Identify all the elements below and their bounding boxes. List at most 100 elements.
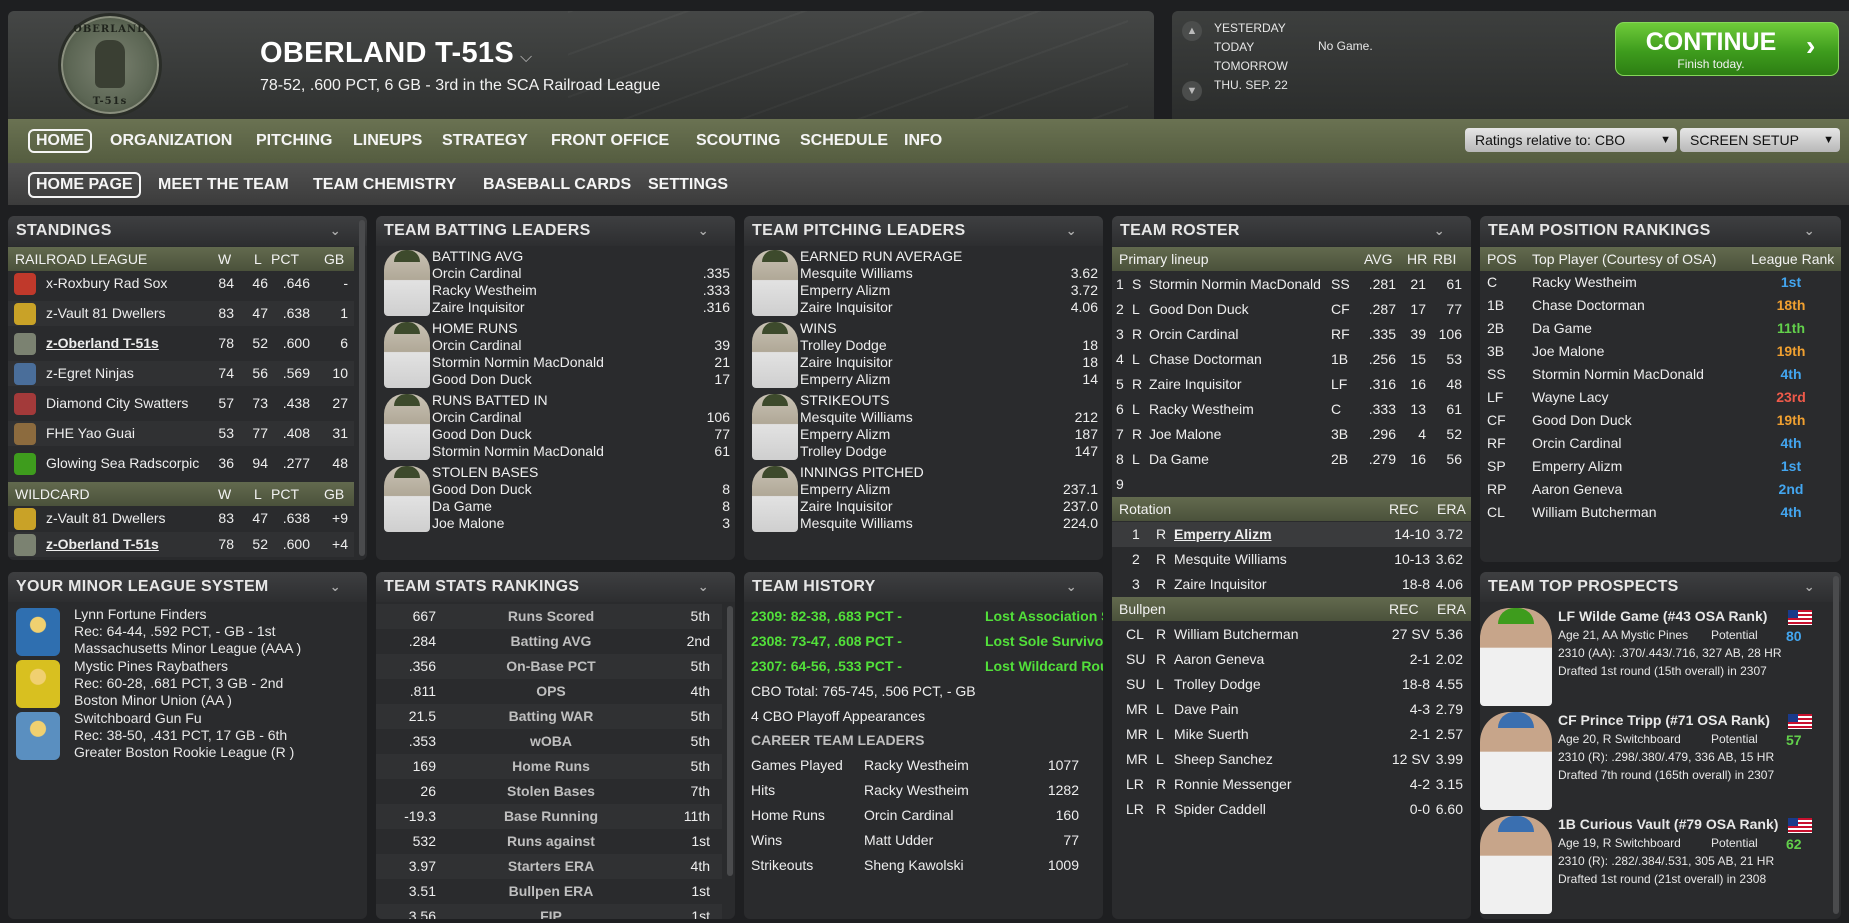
subnav-home-page[interactable]: HOME PAGE bbox=[28, 172, 141, 198]
position-row[interactable]: SP Emperry Alizm 1st bbox=[1480, 455, 1841, 478]
date-up-chevron-icon[interactable]: ▲ bbox=[1182, 21, 1202, 41]
player-name[interactable]: Stormin Normin MacDonald bbox=[1149, 272, 1349, 297]
player-name[interactable]: Stormin Normin MacDonald bbox=[1532, 363, 1752, 386]
career-leader-row[interactable]: Strikeouts Sheng Kawolski 1009 bbox=[744, 853, 1103, 878]
career-leader-row[interactable]: Games Played Racky Westheim 1077 bbox=[744, 753, 1103, 778]
leader-name[interactable]: Orcin Cardinal bbox=[432, 337, 521, 353]
career-leader-name[interactable]: Racky Westheim bbox=[864, 753, 1014, 778]
leader-name[interactable]: Orcin Cardinal bbox=[432, 409, 521, 425]
history-season-row[interactable]: 2308: 73-47, .608 PCT - Lost Sole Survivo bbox=[744, 629, 1103, 654]
bullpen-row[interactable]: SU L Trolley Dodge 18-8 4.55 bbox=[1112, 672, 1471, 697]
prospect-avatar[interactable] bbox=[1480, 712, 1552, 810]
player-avatar[interactable] bbox=[384, 394, 430, 460]
wildcard-row[interactable]: z-Vault 81 Dwellers 83 47 .638 +9 bbox=[8, 506, 354, 531]
position-row[interactable]: 2B Da Game 11th bbox=[1480, 317, 1841, 340]
player-name[interactable]: Orcin Cardinal bbox=[1532, 432, 1752, 455]
leader-name[interactable]: Zaire Inquisitor bbox=[432, 299, 525, 315]
leader-name[interactable]: Trolley Dodge bbox=[800, 337, 887, 353]
career-leader-name[interactable]: Matt Udder bbox=[864, 828, 1014, 853]
bullpen-row[interactable]: MR L Sheep Sanchez 12 SV 3.99 bbox=[1112, 747, 1471, 772]
standings-row[interactable]: Diamond City Swatters 57 73 .438 27 bbox=[8, 391, 354, 416]
player-name[interactable]: Aaron Geneva bbox=[1174, 647, 1374, 672]
standings-row[interactable]: z-Oberland T-51s 78 52 .600 6 bbox=[8, 331, 354, 356]
chevron-down-icon[interactable]: ⌄ bbox=[1066, 216, 1077, 246]
lineup-row[interactable]: 9 bbox=[1112, 472, 1471, 497]
nav-schedule[interactable]: SCHEDULE bbox=[794, 129, 894, 153]
bullpen-row[interactable]: LR R Spider Caddell 0-0 6.60 bbox=[1112, 797, 1471, 822]
player-name[interactable]: Chase Doctorman bbox=[1149, 347, 1349, 372]
prospect-name[interactable]: CF Prince Tripp (#71 OSA Rank) bbox=[1558, 712, 1770, 728]
chevron-down-icon[interactable]: ⌄ bbox=[1434, 216, 1445, 246]
team-name[interactable]: OBERLAND T-51S bbox=[260, 37, 514, 70]
lineup-row[interactable]: 3 R Orcin Cardinal RF .335 39 106 bbox=[1112, 322, 1471, 347]
day-yesterday[interactable]: YESTERDAY bbox=[1214, 19, 1288, 38]
leader-name[interactable]: Mesquite Williams bbox=[800, 515, 913, 531]
leader-name[interactable]: Zaire Inquisitor bbox=[800, 498, 893, 514]
player-avatar[interactable] bbox=[384, 466, 430, 532]
minor-team-name[interactable]: Lynn Fortune Finders bbox=[74, 606, 207, 622]
player-name[interactable]: Aaron Geneva bbox=[1532, 478, 1752, 501]
scrollbar[interactable] bbox=[359, 220, 365, 556]
scrollbar[interactable] bbox=[1833, 576, 1839, 914]
date-down-chevron-icon[interactable]: ▼ bbox=[1182, 81, 1202, 101]
leader-name[interactable]: Zaire Inquisitor bbox=[800, 354, 893, 370]
player-name[interactable]: Orcin Cardinal bbox=[1149, 322, 1349, 347]
day-today[interactable]: TODAY bbox=[1214, 38, 1288, 57]
player-name[interactable]: Joe Malone bbox=[1532, 340, 1752, 363]
team-name[interactable]: z-Oberland T-51s bbox=[46, 331, 216, 356]
prospect-avatar[interactable] bbox=[1480, 816, 1552, 914]
lineup-row[interactable]: 6 L Racky Westheim C .333 13 61 bbox=[1112, 397, 1471, 422]
player-name[interactable]: Ronnie Messenger bbox=[1174, 772, 1374, 797]
player-name[interactable]: Racky Westheim bbox=[1532, 271, 1752, 294]
nav-scouting[interactable]: SCOUTING bbox=[690, 129, 786, 153]
leader-name[interactable]: Stormin Normin MacDonald bbox=[432, 354, 604, 370]
minor-team-block[interactable]: Switchboard Gun Fu Rec: 38-50, .431 PCT, … bbox=[8, 710, 367, 762]
career-leader-name[interactable]: Sheng Kawolski bbox=[864, 853, 1014, 878]
history-season-row[interactable]: 2307: 64-56, .533 PCT - Lost Wildcard Rou bbox=[744, 654, 1103, 679]
lineup-row[interactable]: 4 L Chase Doctorman 1B .256 15 53 bbox=[1112, 347, 1471, 372]
player-name[interactable]: Good Don Duck bbox=[1149, 297, 1349, 322]
lineup-row[interactable]: 2 L Good Don Duck CF .287 17 77 bbox=[1112, 297, 1471, 322]
player-avatar[interactable] bbox=[384, 322, 430, 388]
standings-row[interactable]: x-Roxbury Rad Sox 84 46 .646 - bbox=[8, 271, 354, 296]
leader-name[interactable]: Racky Westheim bbox=[432, 282, 537, 298]
player-name[interactable]: William Butcherman bbox=[1174, 622, 1374, 647]
lineup-row[interactable]: 7 R Joe Malone 3B .296 4 52 bbox=[1112, 422, 1471, 447]
career-leader-name[interactable]: Orcin Cardinal bbox=[864, 803, 1014, 828]
leader-name[interactable]: Emperry Alizm bbox=[800, 481, 890, 497]
leader-name[interactable]: Da Game bbox=[432, 498, 492, 514]
prospect-block[interactable]: 1B Curious Vault (#79 OSA Rank) Age 19, R… bbox=[1480, 814, 1830, 918]
position-row[interactable]: 3B Joe Malone 19th bbox=[1480, 340, 1841, 363]
chevron-down-icon[interactable]: ⌄ bbox=[1804, 572, 1815, 602]
subnav-settings[interactable]: SETTINGS bbox=[642, 172, 734, 198]
prospect-avatar[interactable] bbox=[1480, 608, 1552, 706]
team-name[interactable]: x-Roxbury Rad Sox bbox=[46, 271, 216, 296]
nav-pitching[interactable]: PITCHING bbox=[250, 129, 338, 153]
ratings-select[interactable]: Ratings relative to: CBO ▼ bbox=[1465, 128, 1677, 152]
chevron-down-icon[interactable]: ⌄ bbox=[698, 216, 709, 246]
leader-name[interactable]: Orcin Cardinal bbox=[432, 265, 521, 281]
team-name[interactable]: z-Vault 81 Dwellers bbox=[46, 506, 216, 531]
rotation-row[interactable]: 2 R Mesquite Williams 10-13 3.62 bbox=[1112, 547, 1471, 572]
standings-row[interactable]: z-Vault 81 Dwellers 83 47 .638 1 bbox=[8, 301, 354, 326]
nav-front-office[interactable]: FRONT OFFICE bbox=[545, 129, 675, 153]
player-name[interactable]: Mesquite Williams bbox=[1174, 547, 1374, 572]
prospect-block[interactable]: LF Wilde Game (#43 OSA Rank) Age 21, AA M… bbox=[1480, 606, 1830, 710]
leader-name[interactable]: Emperry Alizm bbox=[800, 371, 890, 387]
team-name[interactable]: FHE Yao Guai bbox=[46, 421, 216, 446]
position-row[interactable]: 1B Chase Doctorman 18th bbox=[1480, 294, 1841, 317]
player-name[interactable]: Da Game bbox=[1149, 447, 1349, 472]
minor-team-block[interactable]: Mystic Pines Raybathers Rec: 60-28, .681 … bbox=[8, 658, 367, 710]
position-row[interactable]: CF Good Don Duck 19th bbox=[1480, 409, 1841, 432]
bullpen-row[interactable]: CL R William Butcherman 27 SV 5.36 bbox=[1112, 622, 1471, 647]
player-avatar[interactable] bbox=[752, 394, 798, 460]
day-tomorrow[interactable]: TOMORROW bbox=[1214, 57, 1288, 76]
position-row[interactable]: LF Wayne Lacy 23rd bbox=[1480, 386, 1841, 409]
player-name[interactable]: Racky Westheim bbox=[1149, 397, 1349, 422]
player-name[interactable]: Zaire Inquisitor bbox=[1149, 372, 1349, 397]
team-name[interactable]: Diamond City Swatters bbox=[46, 391, 216, 416]
minor-team-name[interactable]: Mystic Pines Raybathers bbox=[74, 658, 228, 674]
leader-name[interactable]: Good Don Duck bbox=[432, 371, 532, 387]
leader-name[interactable]: Joe Malone bbox=[432, 515, 504, 531]
screen-setup-button[interactable]: SCREEN SETUP ▼ bbox=[1680, 128, 1840, 152]
